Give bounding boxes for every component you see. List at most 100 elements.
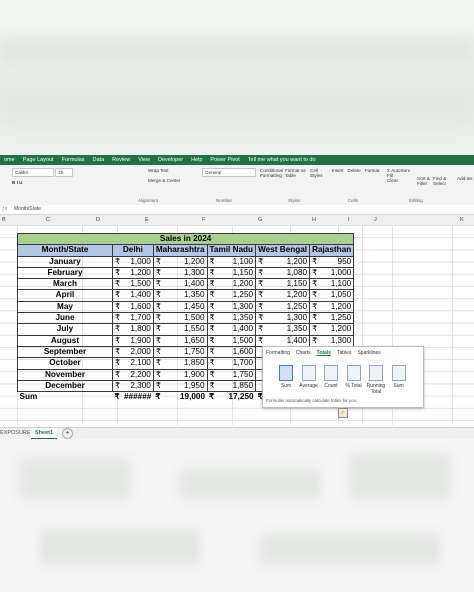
clear-button[interactable]: Clear [387, 178, 419, 183]
month-cell[interactable]: August [17, 334, 113, 347]
value-cell[interactable]: 1,200 [265, 289, 311, 302]
month-cell[interactable]: July [17, 323, 113, 336]
column-header-j[interactable]: J [374, 217, 377, 223]
value-cell[interactable]: 1,050 [319, 289, 355, 302]
column-header-g[interactable]: G [258, 217, 262, 223]
value-cell[interactable]: 1,950 [162, 379, 208, 393]
sum-value-cell[interactable]: ###### [122, 392, 153, 403]
value-cell[interactable]: 1,700 [216, 357, 257, 370]
value-cell[interactable]: 2,000 [122, 345, 154, 359]
month-cell[interactable]: October [17, 357, 113, 370]
value-cell[interactable]: 1,850 [216, 379, 257, 393]
month-cell[interactable]: January [17, 255, 113, 268]
conditional-formatting-button[interactable]: Conditional Formatting [260, 168, 283, 178]
quick-analysis-button[interactable]: ⚡ [338, 408, 348, 418]
value-cell[interactable]: 1,200 [122, 266, 154, 280]
ribbon-tab[interactable]: View [134, 157, 154, 163]
column-header-b[interactable]: B [2, 217, 6, 223]
value-cell[interactable]: 1,000 [122, 255, 154, 268]
quick-analysis-tab[interactable]: Tables [337, 350, 351, 356]
value-cell[interactable]: 1,900 [122, 334, 154, 347]
value-cell[interactable]: 1,350 [162, 289, 208, 302]
insert-cells-button[interactable]: Insert [332, 168, 344, 173]
quick-analysis-tab[interactable]: Totals [317, 350, 331, 356]
sheet-tab-exposure[interactable]: EXPOSURE [0, 430, 31, 436]
month-cell[interactable]: November [17, 368, 113, 381]
value-cell[interactable]: 1,100 [216, 255, 257, 268]
sum-label[interactable]: Sum [18, 392, 113, 403]
month-cell[interactable]: December [17, 379, 113, 393]
month-cell[interactable]: February [17, 266, 113, 280]
sort-filter-button[interactable]: Sort & Filter [417, 176, 431, 186]
value-cell[interactable]: 1,400 [216, 323, 257, 336]
value-cell[interactable]: 1,900 [162, 368, 208, 381]
add-sheet-button[interactable]: + [62, 428, 73, 439]
formula-input[interactable]: Month/State [14, 205, 70, 214]
ribbon-tab[interactable]: Help [187, 157, 206, 163]
merge-center-button[interactable]: Merge & Center [148, 178, 180, 183]
value-cell[interactable]: 1,850 [162, 357, 208, 370]
value-cell[interactable]: 1,300 [162, 266, 208, 280]
add-ins-button[interactable]: Add-ins [457, 176, 473, 181]
value-cell[interactable]: 1,200 [162, 255, 208, 268]
column-header-cell[interactable]: Maharashtra [152, 244, 208, 257]
value-cell[interactable]: 1,350 [216, 312, 257, 325]
wrap-text-button[interactable]: Wrap Text [148, 168, 180, 173]
quick-analysis-option[interactable]: Running Total [365, 365, 387, 395]
value-cell[interactable]: 1,300 [265, 312, 311, 325]
cell-styles-button[interactable]: Cell Styles [310, 168, 328, 178]
column-header-h[interactable]: H [312, 217, 316, 223]
column-header-c[interactable]: C [46, 217, 50, 223]
month-cell[interactable]: September [17, 345, 113, 359]
value-cell[interactable]: 1,350 [265, 323, 311, 336]
value-cell[interactable]: 1,250 [319, 312, 355, 325]
delete-cells-button[interactable]: Delete [348, 168, 361, 173]
value-cell[interactable]: 1,000 [319, 266, 355, 280]
column-header-d[interactable]: D [96, 217, 100, 223]
value-cell[interactable]: 950 [319, 255, 355, 268]
value-cell[interactable]: 1,200 [319, 300, 355, 314]
column-header-k[interactable]: K [460, 217, 464, 223]
quick-analysis-tab[interactable]: Charts [296, 350, 311, 356]
value-cell[interactable]: 1,750 [216, 368, 257, 381]
value-cell[interactable]: 1,300 [319, 334, 355, 347]
value-cell[interactable]: 1,250 [265, 300, 311, 314]
value-cell[interactable]: 1,300 [216, 300, 257, 314]
format-as-table-button[interactable]: Format as Table [285, 168, 307, 178]
value-cell[interactable]: 1,600 [216, 345, 257, 359]
quick-analysis-option[interactable]: % Total [343, 365, 365, 395]
ribbon-tab[interactable]: Page Layout [19, 157, 58, 163]
quick-analysis-option[interactable]: Average [298, 365, 320, 395]
value-cell[interactable]: 1,400 [122, 289, 154, 302]
value-cell[interactable]: 1,400 [265, 334, 311, 347]
value-cell[interactable]: 1,150 [216, 266, 257, 280]
ribbon-tab[interactable]: Power Pivot [206, 157, 243, 163]
value-cell[interactable]: 1,500 [216, 334, 257, 347]
sum-value-cell[interactable]: 17,250 [217, 392, 256, 403]
month-cell[interactable]: March [17, 278, 113, 291]
number-format-select[interactable]: General [202, 168, 256, 177]
value-cell[interactable]: 1,080 [265, 266, 311, 280]
value-cell[interactable]: 1,800 [122, 323, 154, 336]
quick-analysis-tab[interactable]: Sparklines [357, 350, 380, 356]
sum-value-cell[interactable]: 19,000 [163, 392, 207, 403]
month-cell[interactable]: May [17, 300, 113, 314]
column-header-f[interactable]: F [202, 217, 205, 223]
value-cell[interactable]: 1,400 [162, 278, 208, 291]
ribbon-tab[interactable]: Tell me what you want to do [244, 157, 320, 163]
value-cell[interactable]: 1,100 [319, 278, 355, 291]
bold-italic-underline-buttons[interactable]: B I U [12, 180, 73, 185]
column-header-cell[interactable]: Delhi [112, 244, 154, 257]
value-cell[interactable]: 1,700 [122, 312, 154, 325]
column-header-cell[interactable]: Rajasthan [309, 244, 355, 257]
value-cell[interactable]: 2,300 [122, 379, 154, 393]
value-cell[interactable]: 1,150 [265, 278, 311, 291]
value-cell[interactable]: 1,450 [162, 300, 208, 314]
column-header-cell[interactable]: West Bengal [255, 244, 311, 257]
ribbon-tab[interactable]: Data [89, 157, 109, 163]
quick-analysis-option[interactable]: Count [320, 365, 342, 395]
value-cell[interactable]: 1,600 [122, 300, 154, 314]
quick-analysis-option[interactable]: Sum [388, 365, 410, 395]
font-size-select[interactable]: 18 [55, 168, 74, 177]
ribbon-tab[interactable]: ome [0, 157, 19, 163]
